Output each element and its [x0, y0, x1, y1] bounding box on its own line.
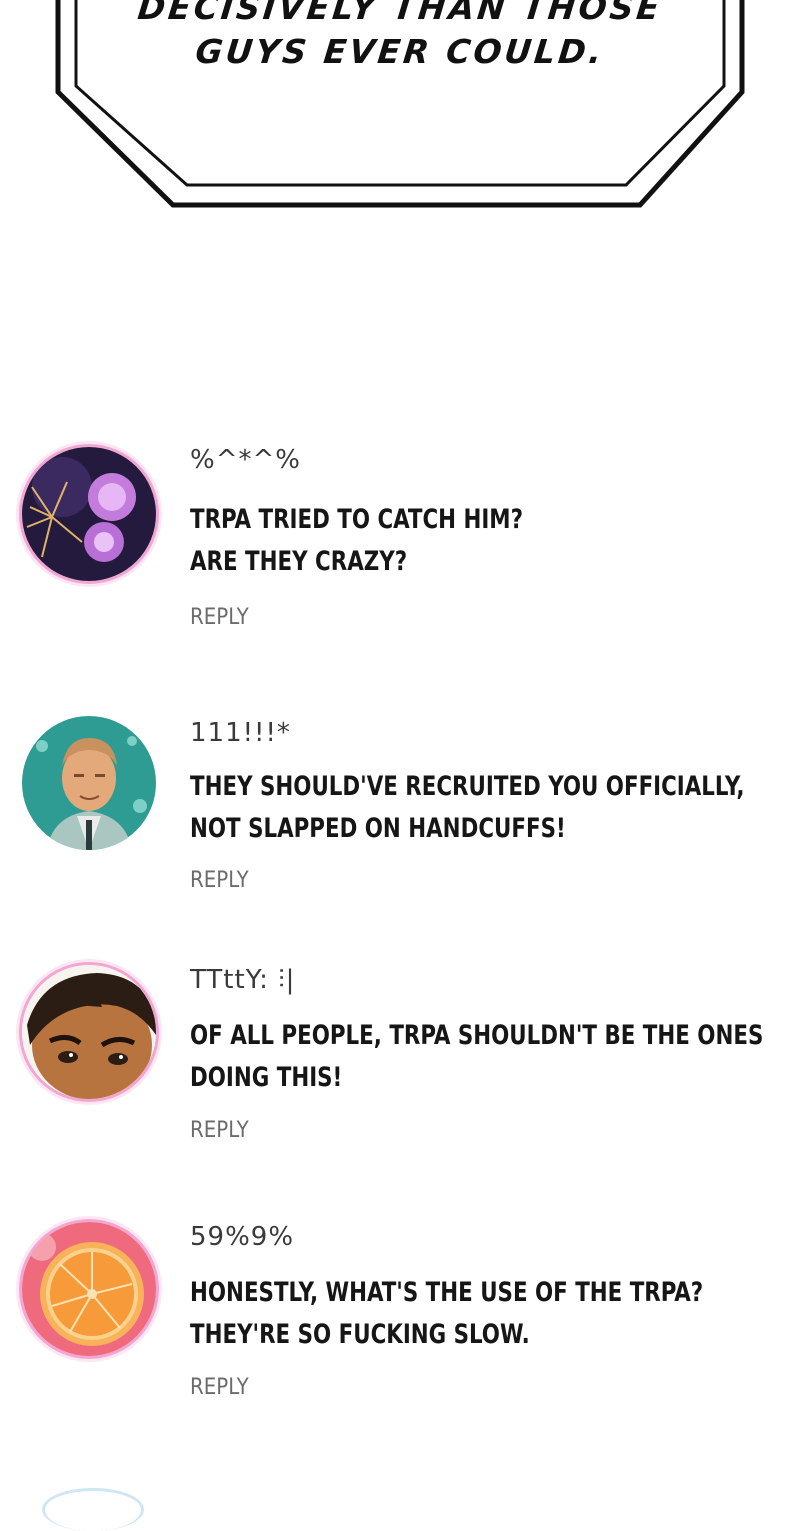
- speech-bubble: DECISIVELY THAN THOSE GUYS EVER COULD.: [0, 0, 800, 215]
- user-avatar[interactable]: [22, 716, 156, 850]
- user-avatar[interactable]: [22, 1222, 156, 1356]
- reply-button[interactable]: REPLY: [190, 1375, 249, 1400]
- comment-text-line: HONESTLY, WHAT'S THE USE OF THE TRPA?: [190, 1277, 704, 1308]
- comment-username: %^*^%: [190, 445, 301, 475]
- comment-text-line: TRPA TRIED TO CATCH HIM?: [190, 504, 523, 535]
- reply-button[interactable]: REPLY: [190, 605, 249, 630]
- bubble-text-line-2: GUYS EVER COULD.: [193, 32, 607, 71]
- comment-body: OF ALL PEOPLE, TRPA SHOULDN'T BE THE ONE…: [190, 1015, 764, 1099]
- fireworks-orbs-avatar-icon: [22, 447, 156, 581]
- boy-face-avatar-icon: [22, 965, 156, 1099]
- partial-avatar-ring: [42, 1488, 144, 1531]
- comment-username: TTttY: ⫶|: [190, 965, 296, 995]
- user-avatar[interactable]: [22, 447, 156, 581]
- comment-text-line: DOING THIS!: [190, 1062, 343, 1093]
- comment-text-line: NOT SLAPPED ON HANDCUFFS!: [190, 813, 566, 844]
- comment-username: 111!!!*: [190, 718, 291, 748]
- comment-text-line: THEY'RE SO FUCKING SLOW.: [190, 1319, 530, 1350]
- comment-text-line: OF ALL PEOPLE, TRPA SHOULDN'T BE THE ONE…: [190, 1020, 764, 1051]
- user-avatar[interactable]: [22, 965, 156, 1099]
- comment-username: 59%9%: [190, 1222, 295, 1252]
- comment-text-line: THEY SHOULD'VE RECRUITED YOU OFFICIALLY,: [190, 771, 745, 802]
- reply-button[interactable]: REPLY: [190, 868, 249, 893]
- bubble-text-line-1: DECISIVELY THAN THOSE: [135, 0, 665, 27]
- comment-body: TRPA TRIED TO CATCH HIM? ARE THEY CRAZY?: [190, 499, 709, 583]
- reply-button[interactable]: REPLY: [190, 1118, 249, 1143]
- comment-text-line: ARE THEY CRAZY?: [190, 546, 408, 577]
- orange-slice-avatar-icon: [22, 1222, 156, 1356]
- man-portrait-avatar-icon: [22, 716, 156, 850]
- comment-body: THEY SHOULD'VE RECRUITED YOU OFFICIALLY,…: [190, 766, 745, 850]
- comment-body: HONESTLY, WHAT'S THE USE OF THE TRPA? TH…: [190, 1272, 709, 1356]
